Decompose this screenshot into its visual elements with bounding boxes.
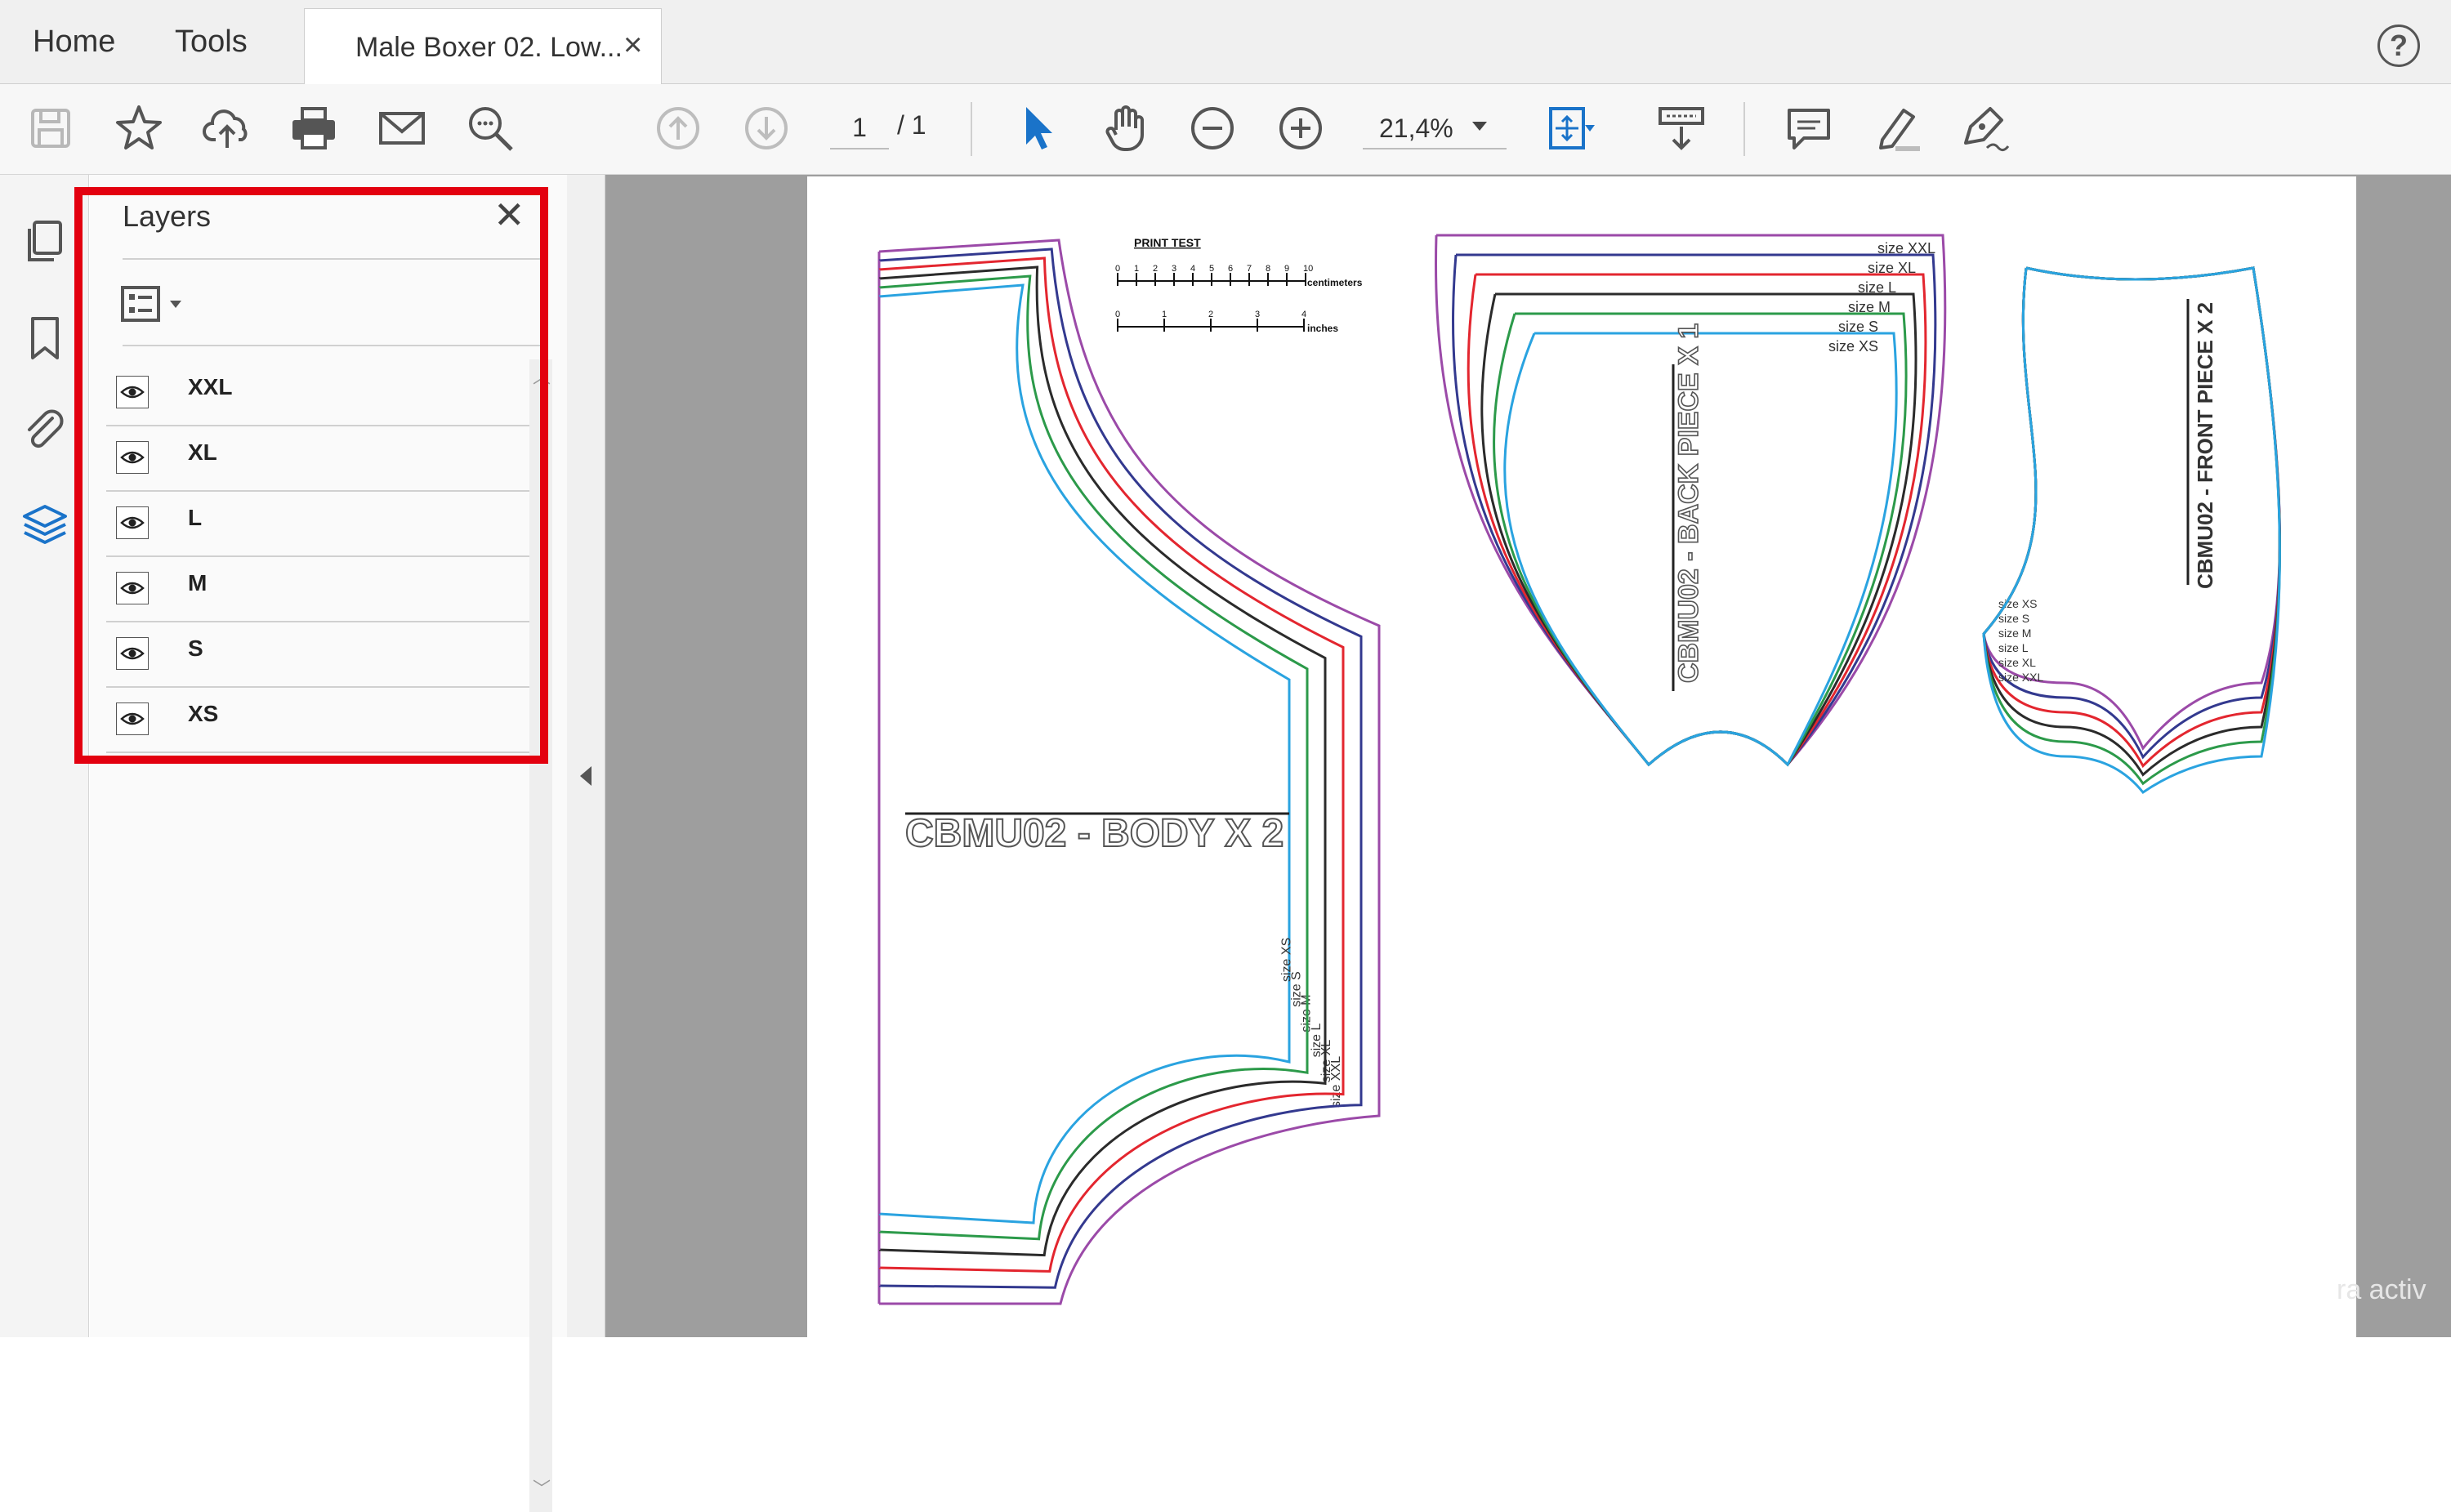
hand-icon[interactable]	[1100, 102, 1152, 154]
sign-icon[interactable]	[1958, 102, 2010, 154]
activation-watermark: ra activ	[2337, 1274, 2426, 1305]
back-size-label: size XS	[1828, 338, 1878, 355]
layers-icon[interactable]	[21, 502, 69, 549]
fit-page-icon[interactable]	[1544, 102, 1596, 154]
body-piece-label: CBMU02 - BODY X 2	[905, 812, 1284, 855]
tab-document[interactable]: Male Boxer 02. Low... ×	[304, 8, 662, 84]
sewing-pattern: size XXLsize XLsize Lsize Msize Ssize XS…	[877, 234, 2281, 1305]
save-icon[interactable]	[25, 102, 77, 154]
cm-tick-label: 3	[1172, 264, 1176, 274]
cm-tick-label: 5	[1209, 264, 1214, 274]
panel-collapse-strip	[567, 175, 605, 1337]
inches-label: inches	[1307, 323, 1338, 334]
cm-tick-label: 4	[1190, 264, 1195, 274]
inch-tick-label: 0	[1115, 310, 1120, 319]
mail-icon[interactable]	[376, 102, 428, 154]
front-size-label: size XL	[1998, 656, 2036, 669]
front-piece-pattern: size XSsize Ssize Msize Lsize XLsize XXL	[1982, 266, 2281, 795]
body-size-outline	[878, 239, 1381, 1305]
highlight-annotation-box	[74, 187, 548, 764]
front-piece-label: CBMU02 - FRONT PIECE X 2	[2193, 302, 2217, 589]
page-total: / 1	[897, 110, 926, 140]
inch-tick-label: 1	[1162, 310, 1167, 319]
cm-tick-label: 7	[1247, 264, 1252, 274]
scroll-down-icon[interactable]: ﹀	[533, 1474, 551, 1501]
cm-tick-label: 0	[1115, 264, 1120, 274]
front-size-label: size S	[1998, 612, 2029, 625]
highlight-icon[interactable]	[1871, 102, 1923, 154]
toolbar: 1 / 1 21,4%	[0, 84, 2451, 175]
front-size-label: size L	[1998, 641, 2029, 654]
pages-icon[interactable]	[21, 217, 69, 265]
print-test-title: PRINT TEST	[1134, 236, 1201, 249]
select-cursor-icon[interactable]	[1011, 102, 1064, 154]
inch-tick-label: 3	[1255, 310, 1260, 319]
body-size-outline	[878, 265, 1327, 1257]
cm-tick-label: 8	[1266, 264, 1270, 274]
toolbar-divider	[1743, 102, 1745, 156]
front-size-label: size XXL	[1998, 671, 2043, 684]
tab-tools[interactable]: Tools	[175, 25, 248, 60]
zoom-out-icon[interactable]	[1186, 102, 1239, 154]
inch-tick-label: 2	[1208, 310, 1213, 319]
front-size-outline	[1982, 266, 2281, 777]
star-icon[interactable]	[113, 102, 165, 154]
centimeters-label: centimeters	[1307, 277, 1363, 288]
close-tab-icon[interactable]: ×	[623, 27, 642, 64]
cm-tick-label: 2	[1153, 264, 1158, 274]
search-icon[interactable]	[464, 102, 516, 154]
attachment-icon[interactable]	[21, 407, 69, 454]
body-size-outline	[878, 274, 1309, 1241]
body-size-outline	[878, 256, 1345, 1273]
scroll-mode-icon[interactable]	[1655, 102, 1708, 154]
toolbar-divider	[971, 102, 972, 156]
tab-home[interactable]: Home	[33, 25, 115, 60]
bookmark-icon[interactable]	[21, 314, 69, 361]
help-icon[interactable]: ?	[2377, 25, 2420, 67]
body-size-outline	[878, 283, 1291, 1224]
comment-icon[interactable]	[1783, 102, 1835, 154]
body-size-label: size XS	[1280, 938, 1294, 982]
arrow-up-icon[interactable]	[652, 102, 704, 154]
zoom-in-icon[interactable]	[1275, 102, 1327, 154]
cm-tick-label: 9	[1284, 264, 1289, 274]
arrow-down-icon[interactable]	[740, 102, 792, 154]
cm-tick-label: 1	[1134, 264, 1139, 274]
inch-tick-label: 4	[1301, 310, 1306, 319]
chevron-down-icon[interactable]	[1472, 122, 1487, 131]
print-icon[interactable]	[288, 102, 340, 154]
document-tab-title: Male Boxer 02. Low...	[355, 32, 623, 63]
pdf-page: size XXL size XL size Lsize Msize Ssize XS…	[807, 176, 2356, 1337]
print-test-scale: PRINT TEST0 1 2 3 4 5 6 7 8 9 10centimeters0 1 2 3 4in…	[1115, 236, 1363, 334]
back-piece-label: CBMU02 - BACK PIECE X 1	[1673, 323, 1704, 683]
cloud-upload-icon[interactable]	[201, 102, 253, 154]
tab-bar: Home Tools Male Boxer 02. Low... × ?	[0, 0, 2451, 84]
collapse-panel-icon[interactable]	[580, 766, 592, 786]
page-number-input[interactable]: 1	[830, 107, 889, 149]
body-piece-pattern: size XXLsize XLsize Lsize Msize Ssize XS	[877, 239, 1381, 1305]
front-size-label: size M	[1998, 627, 2031, 640]
cm-tick-label: 6	[1228, 264, 1233, 274]
cm-tick-label: 10	[1303, 264, 1313, 274]
